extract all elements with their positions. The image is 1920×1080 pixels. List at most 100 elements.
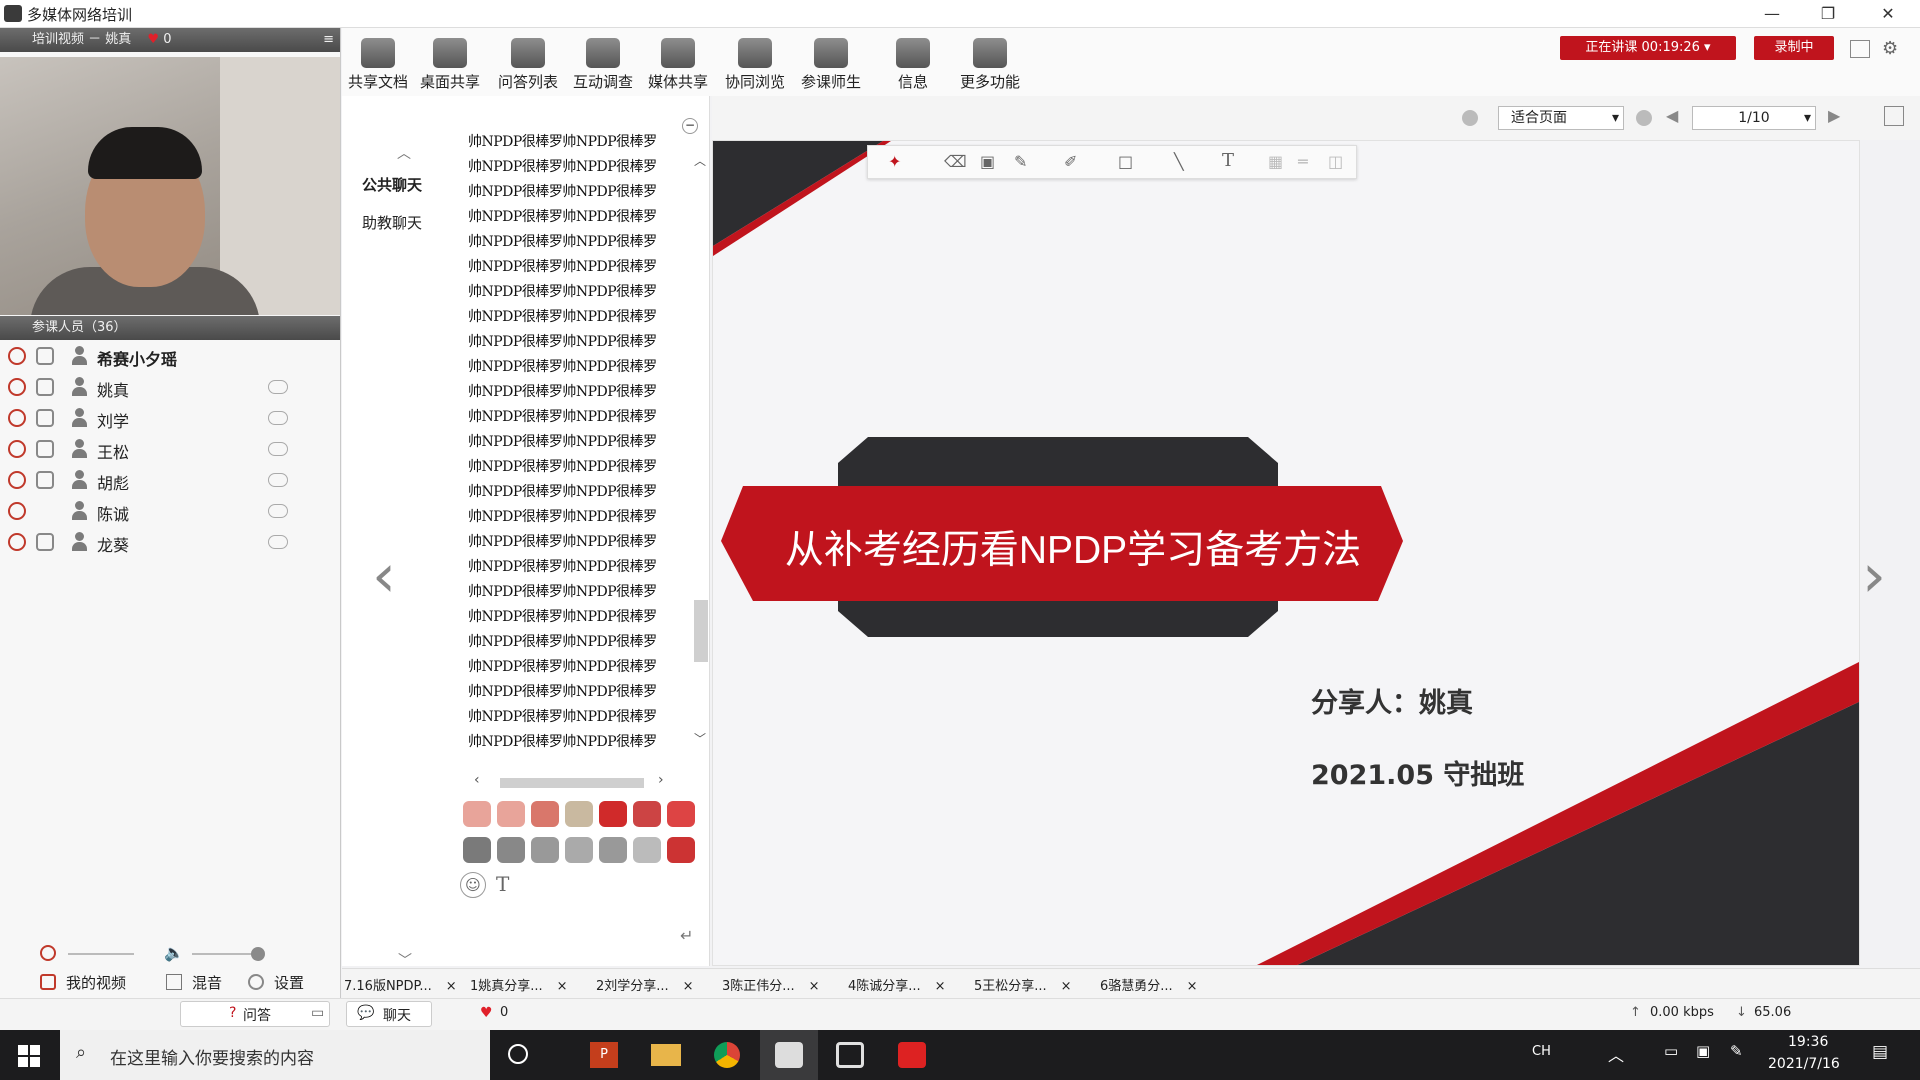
- mic-muted-icon[interactable]: [8, 533, 26, 551]
- close-button[interactable]: ✕: [1860, 0, 1916, 28]
- taskbar-search[interactable]: ⌕ 在这里输入你要搜索的内容: [60, 1030, 490, 1080]
- minimize-button[interactable]: —: [1744, 0, 1800, 28]
- toolbar-info-button[interactable]: 信息: [877, 38, 949, 92]
- layout-icon[interactable]: [1850, 40, 1870, 58]
- close-tab-icon[interactable]: ×: [683, 979, 694, 994]
- close-tab-icon[interactable]: ×: [809, 979, 820, 994]
- emoji-icon[interactable]: [667, 837, 695, 863]
- scroll-left-icon[interactable]: ‹: [474, 772, 480, 788]
- chat-horizontal-scrollbar[interactable]: ‹ ›: [474, 772, 674, 790]
- qa-button[interactable]: ? 问答 ▭: [180, 1001, 330, 1027]
- highlighter-icon[interactable]: ✐: [1064, 152, 1077, 171]
- next-slide-arrow[interactable]: ›: [1862, 546, 1886, 606]
- zoom-in-icon[interactable]: [1636, 110, 1652, 126]
- speaker-icon[interactable]: 🔈: [164, 943, 184, 962]
- toolbar-media-share-button[interactable]: 媒体共享: [642, 38, 714, 92]
- pointer-icon[interactable]: ✦: [888, 152, 901, 171]
- record-button[interactable]: 录制中: [1754, 36, 1834, 60]
- emoji-icon[interactable]: [497, 801, 525, 827]
- emoji-icon[interactable]: [497, 837, 525, 863]
- document-tab[interactable]: 7.16版NPDP... ×: [344, 975, 457, 994]
- emoji-icon[interactable]: [633, 801, 661, 827]
- training-app-icon[interactable]: [775, 1042, 803, 1068]
- network-icon[interactable]: ▣: [1696, 1042, 1710, 1060]
- camera-icon[interactable]: [36, 440, 54, 458]
- document-tab[interactable]: 2刘学分享... ×: [596, 975, 694, 994]
- toolbar-qa-list-button[interactable]: 问答列表: [492, 38, 564, 92]
- member-row[interactable]: 王松: [0, 434, 340, 465]
- recorder-icon[interactable]: [898, 1042, 926, 1068]
- prev-slide-arrow[interactable]: ‹: [372, 546, 396, 606]
- emoji-icon[interactable]: [599, 801, 627, 827]
- mic-muted-icon[interactable]: [8, 378, 26, 396]
- text-tool-icon[interactable]: T: [1222, 150, 1234, 171]
- member-row[interactable]: 姚真: [0, 372, 340, 403]
- next-page-icon[interactable]: ▶: [1828, 106, 1840, 125]
- emoji-icon[interactable]: [565, 801, 593, 827]
- windows-start-icon[interactable]: [18, 1045, 40, 1067]
- scroll-thumb[interactable]: [694, 600, 708, 662]
- page-select[interactable]: 1/10 ▾: [1692, 106, 1816, 130]
- battery-icon[interactable]: ▭: [1664, 1042, 1678, 1060]
- toolbar-share-doc-button[interactable]: 共享文档: [342, 38, 414, 92]
- private-chat-icon[interactable]: [268, 473, 288, 487]
- menu-icon[interactable]: ≡: [323, 28, 334, 52]
- emoji-icon[interactable]: [531, 801, 559, 827]
- camera-icon[interactable]: [36, 471, 54, 489]
- clock-date[interactable]: 2021/7/16: [1768, 1056, 1840, 1072]
- line-icon[interactable]: ╲: [1174, 152, 1184, 171]
- private-chat-icon[interactable]: [268, 380, 288, 394]
- mic-muted-icon[interactable]: [8, 347, 26, 365]
- minimize-qa-icon[interactable]: ▭: [311, 1005, 324, 1021]
- my-video-button[interactable]: 我的视频: [66, 972, 126, 993]
- chrome-icon[interactable]: [714, 1042, 740, 1068]
- hscroll-thumb[interactable]: [500, 778, 644, 788]
- undo-icon[interactable]: ▦: [1268, 152, 1283, 171]
- clear-icon[interactable]: ═: [1298, 152, 1308, 171]
- toolbar-desktop-share-button[interactable]: 桌面共享: [414, 38, 486, 92]
- mic-muted-icon[interactable]: [8, 409, 26, 427]
- document-tab[interactable]: 3陈正伟分... ×: [722, 975, 820, 994]
- collapse-chat-icon[interactable]: −: [682, 118, 698, 134]
- member-row[interactable]: 陈诚: [0, 496, 340, 527]
- mic-muted-icon[interactable]: [8, 440, 26, 458]
- session-status[interactable]: 正在讲课 00:19:26 ▾: [1560, 36, 1736, 60]
- private-chat-icon[interactable]: [268, 411, 288, 425]
- member-row[interactable]: 刘学: [0, 403, 340, 434]
- toolbar-co-browse-button[interactable]: 协同浏览: [719, 38, 791, 92]
- fullscreen-icon[interactable]: [1884, 106, 1904, 126]
- pen-workspace-icon[interactable]: ✎: [1730, 1042, 1743, 1060]
- save-annotation-icon[interactable]: ◫: [1328, 152, 1343, 171]
- mic-volume-slider[interactable]: [68, 953, 134, 955]
- document-tab[interactable]: 5王松分享... ×: [974, 975, 1072, 994]
- send-icon[interactable]: ↵: [680, 926, 693, 945]
- member-row[interactable]: 胡彪: [0, 465, 340, 496]
- emoji-icon[interactable]: ☺: [460, 872, 486, 898]
- toolbar-participants-button[interactable]: 参课师生: [795, 38, 867, 92]
- powerpoint-icon[interactable]: P: [590, 1042, 618, 1068]
- tab-public-chat[interactable]: 公共聊天: [362, 174, 422, 195]
- toolbar-more-features-button[interactable]: 更多功能: [954, 38, 1026, 92]
- close-tab-icon[interactable]: ×: [1187, 979, 1198, 994]
- zoom-out-icon[interactable]: [1462, 110, 1478, 126]
- font-icon[interactable]: T: [496, 872, 509, 896]
- emoji-icon[interactable]: [531, 837, 559, 863]
- notification-icon[interactable]: ▤: [1872, 1042, 1888, 1062]
- close-tab-icon[interactable]: ×: [1061, 979, 1072, 994]
- close-tab-icon[interactable]: ×: [446, 979, 457, 994]
- chevron-down-icon[interactable]: ﹀: [398, 950, 412, 970]
- camera-icon[interactable]: [36, 409, 54, 427]
- emoji-icon[interactable]: [599, 837, 627, 863]
- private-chat-icon[interactable]: [268, 535, 288, 549]
- show-hidden-icons[interactable]: ︿: [1608, 1042, 1624, 1066]
- mic-icon[interactable]: [40, 945, 56, 961]
- mix-button[interactable]: 混音: [192, 972, 222, 993]
- camera-icon[interactable]: [36, 378, 54, 396]
- pen-icon[interactable]: ✎: [1014, 152, 1027, 171]
- input-method[interactable]: CH: [1532, 1044, 1551, 1059]
- chevron-up-icon[interactable]: ︿: [397, 143, 411, 163]
- close-tab-icon[interactable]: ×: [557, 979, 568, 994]
- file-explorer-icon[interactable]: [651, 1044, 681, 1066]
- settings-button[interactable]: 设置: [274, 972, 304, 993]
- scroll-right-icon[interactable]: ›: [658, 772, 664, 788]
